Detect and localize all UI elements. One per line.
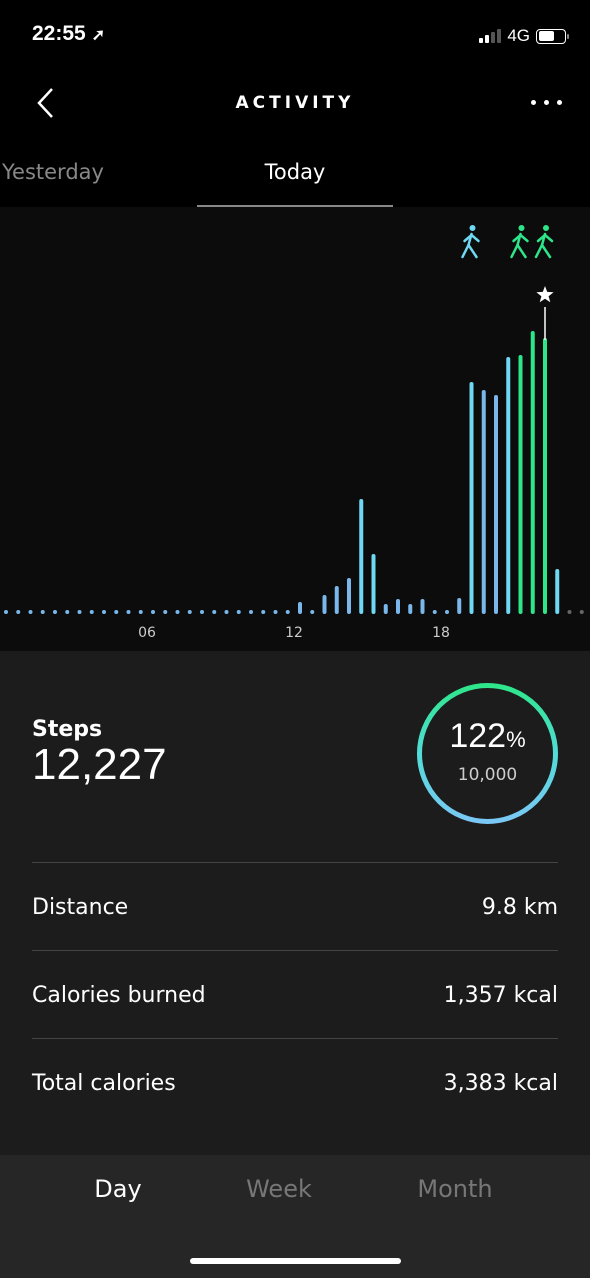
- home-indicator[interactable]: [190, 1258, 401, 1264]
- signal-icon: [479, 29, 502, 43]
- activity-chart: [0, 207, 590, 651]
- goal-value: 10,000: [457, 765, 518, 785]
- chart-svg: [4, 225, 584, 614]
- more-horizontal-icon[interactable]: [531, 100, 562, 105]
- stat-label: Distance: [32, 895, 129, 920]
- chart-dot: [89, 610, 94, 614]
- chart-dot: [175, 610, 180, 614]
- steps-label: Steps: [32, 717, 103, 742]
- running-icon: [534, 225, 554, 259]
- location-arrow-icon: ➚: [91, 27, 105, 44]
- chart-dot: [151, 610, 155, 614]
- chart-dot: [445, 610, 449, 614]
- chart-dot: [224, 610, 229, 614]
- chart-dot: [138, 610, 143, 614]
- chart-dot: [65, 610, 70, 614]
- network-type: 4G: [507, 26, 530, 45]
- chart-dot: [163, 610, 168, 614]
- stat-value: 1,357 kcal: [443, 983, 558, 1008]
- chart-dot: [579, 610, 584, 614]
- chart-dot: [53, 610, 57, 614]
- chart-dot: [40, 610, 45, 614]
- chart-dot: [273, 610, 278, 614]
- chart-dot: [567, 610, 572, 614]
- x-tick-18: 18: [432, 625, 450, 641]
- stat-value: 9.8 km: [481, 895, 558, 920]
- chart-dot: [249, 610, 253, 614]
- chart-dot: [16, 610, 21, 614]
- tab-week[interactable]: Week: [199, 1175, 359, 1203]
- stat-row-calories-burned: Calories burned 1,357 kcal: [32, 950, 558, 1038]
- chart-dot: [432, 610, 437, 614]
- chart-dot: [285, 610, 290, 614]
- x-tick-12: 12: [285, 625, 303, 641]
- running-icon: [510, 225, 529, 259]
- chart-dot: [187, 610, 192, 614]
- chart-dot: [4, 610, 8, 614]
- page-title: ACTIVITY: [235, 93, 355, 113]
- walking-icon: [461, 225, 480, 259]
- chart-dot: [261, 610, 266, 614]
- goal-percent: 122%: [416, 717, 559, 756]
- tab-today[interactable]: Today: [197, 160, 393, 184]
- chart-dot: [212, 610, 217, 614]
- stat-row-total-calories: Total calories 3,383 kcal: [32, 1038, 558, 1126]
- tab-month[interactable]: Month: [375, 1175, 535, 1203]
- chart-dot: [200, 610, 204, 614]
- status-time: 22:55 ➚: [32, 22, 105, 46]
- goal-percent-value: 122: [449, 717, 507, 755]
- star-icon: [536, 286, 554, 303]
- chart-dot: [126, 610, 131, 614]
- chart-dot: [236, 610, 241, 614]
- steps-value: 12,227: [32, 740, 167, 789]
- percent-sign: %: [506, 727, 526, 752]
- status-indicators: 4G: [479, 26, 569, 46]
- stat-row-distance: Distance 9.8 km: [32, 862, 558, 950]
- chart-dot: [310, 610, 315, 614]
- time-text: 22:55: [32, 22, 86, 45]
- battery-icon: [536, 28, 569, 44]
- tab-yesterday[interactable]: Yesterday: [2, 160, 104, 184]
- stat-value: 3,383 kcal: [443, 1071, 558, 1096]
- stat-label: Total calories: [32, 1071, 176, 1096]
- x-tick-06: 06: [138, 625, 156, 641]
- chart-dot: [114, 610, 119, 614]
- stat-label: Calories burned: [32, 983, 206, 1008]
- chart-dot: [102, 610, 106, 614]
- chart-dot: [28, 610, 33, 614]
- chart-dot: [77, 610, 82, 614]
- tab-day[interactable]: Day: [38, 1175, 198, 1203]
